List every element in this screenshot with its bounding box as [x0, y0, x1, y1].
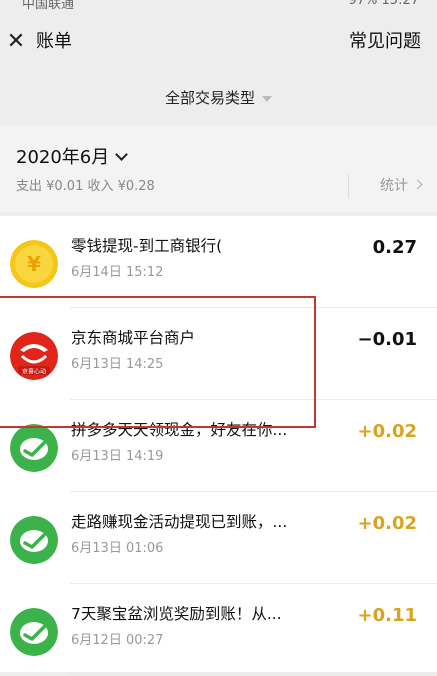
statistics-link[interactable]: 统计: [380, 176, 423, 196]
page-title: 账单: [36, 31, 72, 52]
month-title: 2020年6月: [16, 147, 110, 168]
wechat-pay-icon: [10, 424, 58, 472]
transaction-time: 6月13日 14:19: [71, 449, 164, 464]
month-header: 2020年6月 支出 ¥0.01 收入 ¥0.28 统计: [0, 126, 437, 212]
transaction-title: 走路赚现金活动提现已到账，...: [71, 513, 288, 531]
transaction-title: 零钱提现-到工商银行(: [71, 237, 223, 255]
transaction-row[interactable]: 走路赚现金活动提现已到账，... 6月13日 01:06 +0.02: [0, 492, 437, 584]
transaction-row[interactable]: 7天聚宝盆浏览奖励到账！从... 6月12日 00:27 +0.11: [0, 584, 437, 676]
chevron-down-icon: [115, 148, 129, 161]
month-summary: 支出 ¥0.01 收入 ¥0.28: [16, 179, 155, 194]
transaction-amount: −0.01: [357, 329, 418, 350]
transaction-title: 7天聚宝盆浏览奖励到账！从...: [71, 605, 282, 623]
transaction-amount: +0.02: [357, 421, 418, 442]
divider: [348, 174, 349, 198]
transaction-time: 6月12日 00:27: [71, 633, 164, 648]
svg-text:¥: ¥: [27, 252, 41, 276]
chevron-right-icon: [412, 179, 423, 190]
nav-bar: ✕ 账单 常见问题: [0, 14, 437, 70]
transaction-row[interactable]: ¥ 零钱提现-到工商银行( 6月14日 15:12 0.27: [0, 216, 437, 308]
month-selector[interactable]: 2020年6月: [16, 146, 129, 170]
transaction-amount: +0.02: [357, 513, 418, 534]
battery-time: 97% 15:27: [348, 0, 420, 8]
coin-icon: ¥: [10, 240, 58, 288]
transaction-amount: 0.27: [372, 237, 417, 258]
status-bar: 中国联通 97% 15:27: [0, 0, 437, 10]
transaction-list: ¥ 零钱提现-到工商银行( 6月14日 15:12 0.27 京喜心动 京东商城…: [0, 216, 437, 676]
highlight-box: [0, 296, 316, 428]
wechat-pay-icon: [10, 608, 58, 656]
filter-label: 全部交易类型: [164, 89, 255, 107]
transaction-time: 6月13日 01:06: [71, 541, 164, 556]
transaction-time: 6月14日 15:12: [71, 265, 164, 280]
carrier-label: 中国联通: [22, 0, 75, 10]
wechat-pay-icon: [10, 516, 58, 564]
caret-down-icon: [262, 95, 272, 102]
transaction-type-filter[interactable]: 全部交易类型: [0, 78, 437, 118]
transaction-amount: +0.11: [357, 605, 418, 626]
faq-link[interactable]: 常见问题: [349, 30, 421, 54]
close-icon[interactable]: ✕: [4, 30, 28, 54]
statistics-label: 统计: [380, 178, 408, 194]
